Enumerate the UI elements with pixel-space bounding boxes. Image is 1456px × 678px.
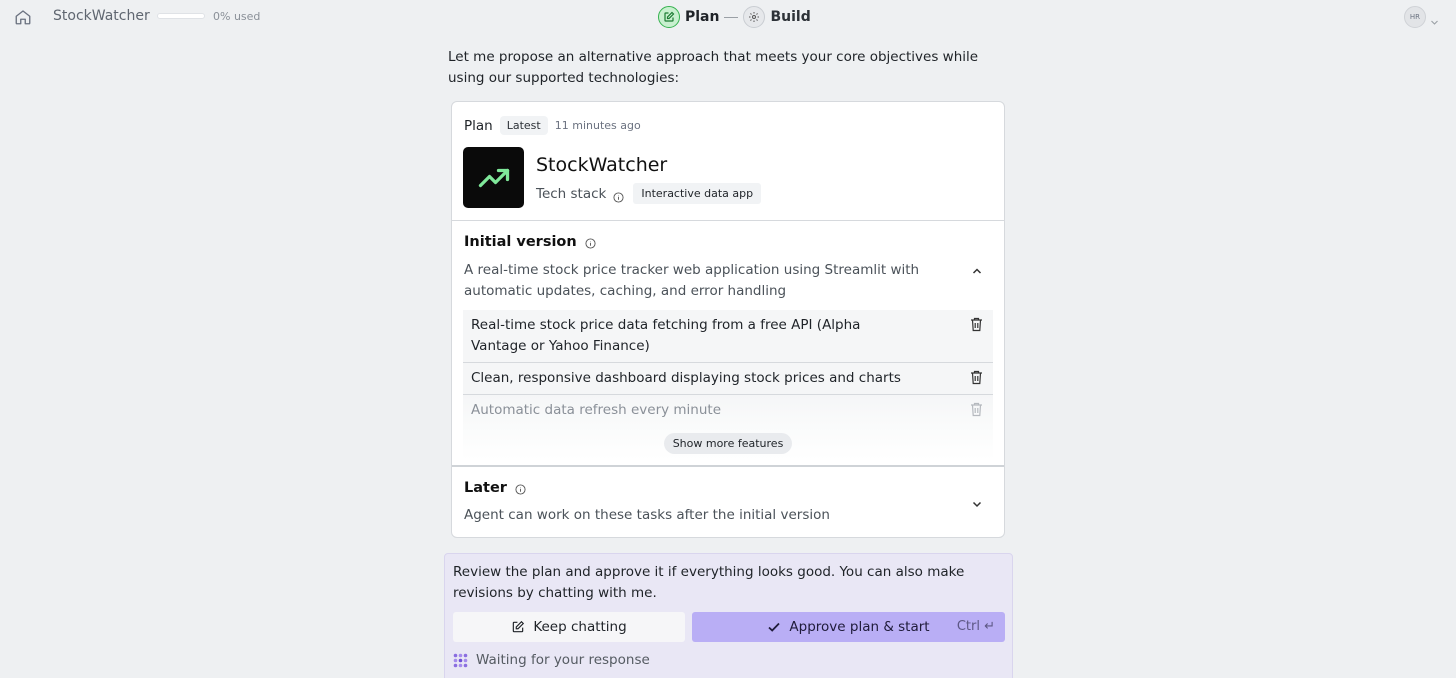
chevron-down-icon[interactable] (971, 495, 983, 508)
plan-card: Plan Latest 11 minutes ago StockWatcher … (451, 101, 1005, 538)
plan-header: Plan Latest 11 minutes ago (464, 116, 641, 135)
plan-build-stepper: Plan Build (658, 5, 811, 29)
initial-version-title-text: Initial version (464, 234, 577, 250)
info-icon[interactable] (585, 237, 596, 249)
feature-text: Clean, responsive dashboard displaying s… (471, 370, 901, 386)
chevron-up-icon[interactable] (971, 262, 983, 274)
avatar[interactable]: HR (1404, 6, 1426, 28)
show-more-container: Show more features (463, 426, 993, 460)
check-icon (767, 620, 781, 634)
later-title-text: Later (464, 480, 507, 496)
gear-icon (743, 6, 766, 28)
review-panel: Review the plan and approve it if everyt… (444, 553, 1013, 678)
usage-progress-bar (157, 13, 205, 19)
edit-icon (658, 6, 680, 28)
keep-chatting-button[interactable]: Keep chatting (453, 612, 685, 642)
project-logo (463, 147, 524, 208)
divider (452, 465, 1004, 467)
usage-text: 0% used (213, 10, 261, 23)
edit-icon (511, 620, 525, 634)
tech-stack-row: Tech stack Interactive data app (536, 183, 762, 204)
trash-icon[interactable] (970, 317, 983, 332)
feature-row: Clean, responsive dashboard displaying s… (463, 363, 993, 395)
assistant-message: Let me propose an alternative approach t… (448, 49, 979, 86)
feature-text: Real-time stock price data fetching from… (471, 317, 861, 354)
approve-plan-label: Approve plan & start (789, 619, 930, 635)
keyboard-shortcut: Ctrl ↵ (956, 619, 995, 634)
feature-text: Automatic data refresh every minute (471, 402, 722, 418)
top-bar: StockWatcher 0% used Plan Build HR (0, 0, 1456, 34)
loading-dots-icon (453, 653, 468, 668)
later-title: Later (464, 480, 526, 496)
chevron-down-icon[interactable] (1430, 12, 1439, 25)
latest-badge: Latest (499, 116, 548, 135)
project-name: StockWatcher (536, 154, 668, 176)
step-build-label[interactable]: Build (770, 9, 810, 25)
initial-version-title: Initial version (464, 234, 596, 250)
info-icon[interactable] (613, 188, 624, 203)
keep-chatting-label: Keep chatting (533, 619, 627, 635)
tech-stack-badge: Interactive data app (633, 183, 762, 204)
plan-timestamp: 11 minutes ago (554, 119, 641, 132)
later-description: Agent can work on these tasks after the … (464, 507, 830, 523)
show-more-features-button[interactable]: Show more features (663, 432, 793, 454)
plan-label: Plan (464, 117, 493, 134)
tech-stack-label: Tech stack (536, 185, 607, 202)
waiting-status: Waiting for your response (453, 652, 650, 668)
app-title[interactable]: StockWatcher (53, 8, 150, 24)
home-icon[interactable] (14, 8, 32, 26)
trending-up-icon (478, 168, 509, 187)
review-message: Review the plan and approve it if everyt… (453, 564, 965, 601)
feature-list: Real-time stock price data fetching from… (463, 310, 993, 460)
feature-row: Real-time stock price data fetching from… (463, 310, 993, 363)
info-icon[interactable] (515, 483, 526, 495)
waiting-text: Waiting for your response (476, 652, 650, 668)
approve-plan-button[interactable]: Approve plan & start Ctrl ↵ (692, 612, 1005, 642)
divider (452, 220, 1004, 221)
trash-icon[interactable] (970, 370, 983, 385)
feature-row: Automatic data refresh every minute (463, 395, 993, 426)
step-plan-label[interactable]: Plan (685, 9, 719, 25)
trash-icon[interactable] (970, 402, 983, 417)
step-separator (724, 16, 739, 18)
initial-version-description: A real-time stock price tracker web appl… (464, 262, 920, 299)
